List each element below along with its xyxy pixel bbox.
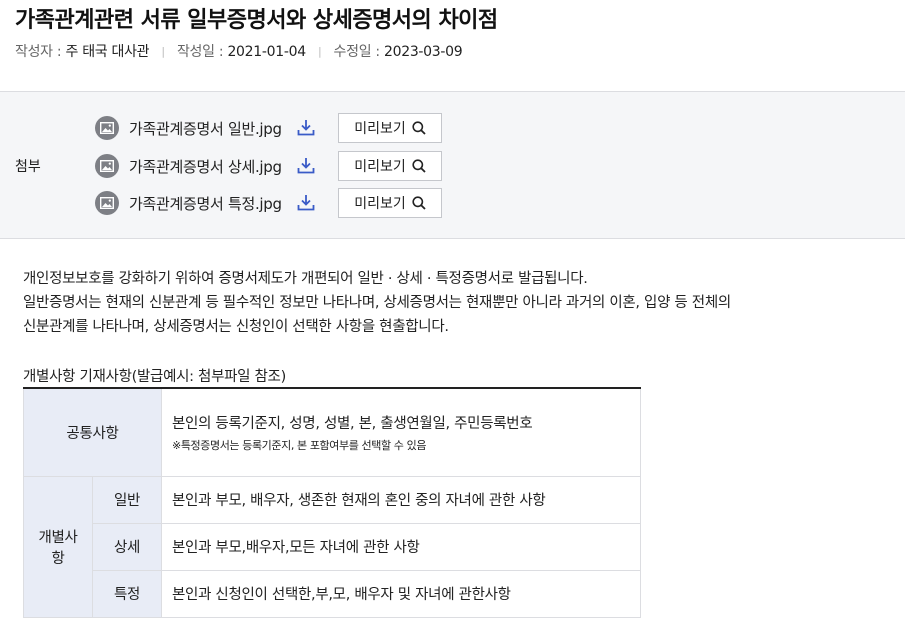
table-row: 상세 본인과 부모,배우자,모든 자녀에 관한 사항 — [24, 522, 641, 571]
attachment-filename[interactable]: 가족관계증명서 상세.jpg — [129, 156, 282, 177]
preview-button-label: 미리보기 — [354, 121, 406, 137]
created-label: 작성일 : — [176, 44, 224, 60]
certificate-type-cell: 일반 — [92, 475, 162, 524]
search-icon — [412, 196, 426, 210]
certificate-items-table: 공통사항 본인의 등록기준지, 성명, 성별, 본, 출생연월일, 주민등록번호… — [23, 387, 641, 618]
common-items-header: 공통사항 — [23, 387, 162, 477]
certificate-type-value: 본인과 부모,배우자,모든 자녀에 관한 사항 — [161, 522, 641, 571]
preview-button-label: 미리보기 — [354, 196, 406, 212]
certificate-type-value: 본인과 부모, 배우자, 생존한 현재의 혼인 중의 자녀에 관한 사항 — [161, 475, 641, 524]
attachment-item: 가족관계증명서 상세.jpg 미리보기 — [95, 151, 455, 181]
preview-button[interactable]: 미리보기 — [338, 113, 442, 143]
search-icon — [412, 121, 426, 135]
preview-button-label: 미리보기 — [354, 159, 406, 175]
created-date: 2021-01-04 — [227, 44, 306, 60]
download-icon[interactable] — [297, 119, 315, 140]
download-icon[interactable] — [297, 194, 315, 215]
attachment-filename[interactable]: 가족관계증명서 일반.jpg — [129, 118, 282, 139]
page-title: 가족관계관련 서류 일부증명서와 상세증명서의 차이점 — [15, 8, 498, 33]
individual-items-header: 개별사항 — [23, 475, 93, 618]
table-row: 특정 본인과 신청인이 선택한,부,모, 배우자 및 자녀에 관한사항 — [24, 569, 641, 618]
common-items-value: 본인의 등록기준지, 성명, 성별, 본, 출생연월일, 주민등록번호 — [172, 415, 533, 432]
preview-button[interactable]: 미리보기 — [338, 151, 442, 181]
body-paragraph-line: 일반증명서는 현재의 신분관계 등 필수적인 정보만 나타나며, 상세증명서는 … — [23, 295, 731, 311]
table-row: 개별사항 일반 본인과 부모, 배우자, 생존한 현재의 혼인 중의 자녀에 관… — [23, 475, 641, 618]
meta-separator: | — [317, 45, 322, 58]
attachment-item: 가족관계증명서 특정.jpg 미리보기 — [95, 188, 455, 218]
attachments-label: 첨부 — [15, 159, 41, 175]
preview-button[interactable]: 미리보기 — [338, 188, 442, 218]
body-paragraph-line: 신분관계를 나타나며, 상세증명서는 신청인이 선택한 사항을 현출합니다. — [23, 319, 449, 335]
attachment-item: 가족관계증명서 일반.jpg 미리보기 — [95, 113, 455, 143]
article-body: 개인정보보호를 강화하기 위하여 증명서제도가 개편되어 일반 · 상세 · 특… — [23, 267, 893, 339]
attachments-section: 첨부 가족관계증명서 일반.jpg 미리보기 가족관계증명서 상세.jpg 미리… — [0, 91, 905, 239]
meta-separator: | — [161, 45, 165, 58]
common-items-cell: 본인의 등록기준지, 성명, 성별, 본, 출생연월일, 주민등록번호 ※특정증… — [161, 387, 641, 477]
certificate-type-value: 본인과 신청인이 선택한,부,모, 배우자 및 자녀에 관한사항 — [161, 569, 641, 618]
table-row: 공통사항 본인의 등록기준지, 성명, 성별, 본, 출생연월일, 주민등록번호… — [23, 387, 641, 477]
download-icon[interactable] — [297, 157, 315, 178]
certificate-type-cell: 상세 — [92, 522, 162, 571]
author-value: 주 태국 대사관 — [65, 44, 150, 60]
attachment-filename[interactable]: 가족관계증명서 특정.jpg — [129, 193, 282, 214]
modified-label: 수정일 : — [333, 44, 381, 60]
image-icon — [95, 191, 119, 215]
image-icon — [95, 154, 119, 178]
image-icon — [95, 116, 119, 140]
common-items-note: ※특정증명서는 등록기준지, 본 포함여부를 선택할 수 있음 — [172, 438, 427, 452]
body-paragraph-line: 개인정보보호를 강화하기 위하여 증명서제도가 개편되어 일반 · 상세 · 특… — [23, 271, 588, 287]
author-label: 작성자 : — [15, 44, 62, 60]
post-meta: 작성자 : 주 태국 대사관 | 작성일 : 2021-01-04 | 수정일 … — [15, 41, 463, 61]
modified-date: 2023-03-09 — [384, 44, 463, 60]
search-icon — [412, 159, 426, 173]
certificate-type-cell: 특정 — [92, 569, 162, 618]
table-caption: 개별사항 기재사항(발급예시: 첨부파일 참조) — [23, 369, 286, 385]
